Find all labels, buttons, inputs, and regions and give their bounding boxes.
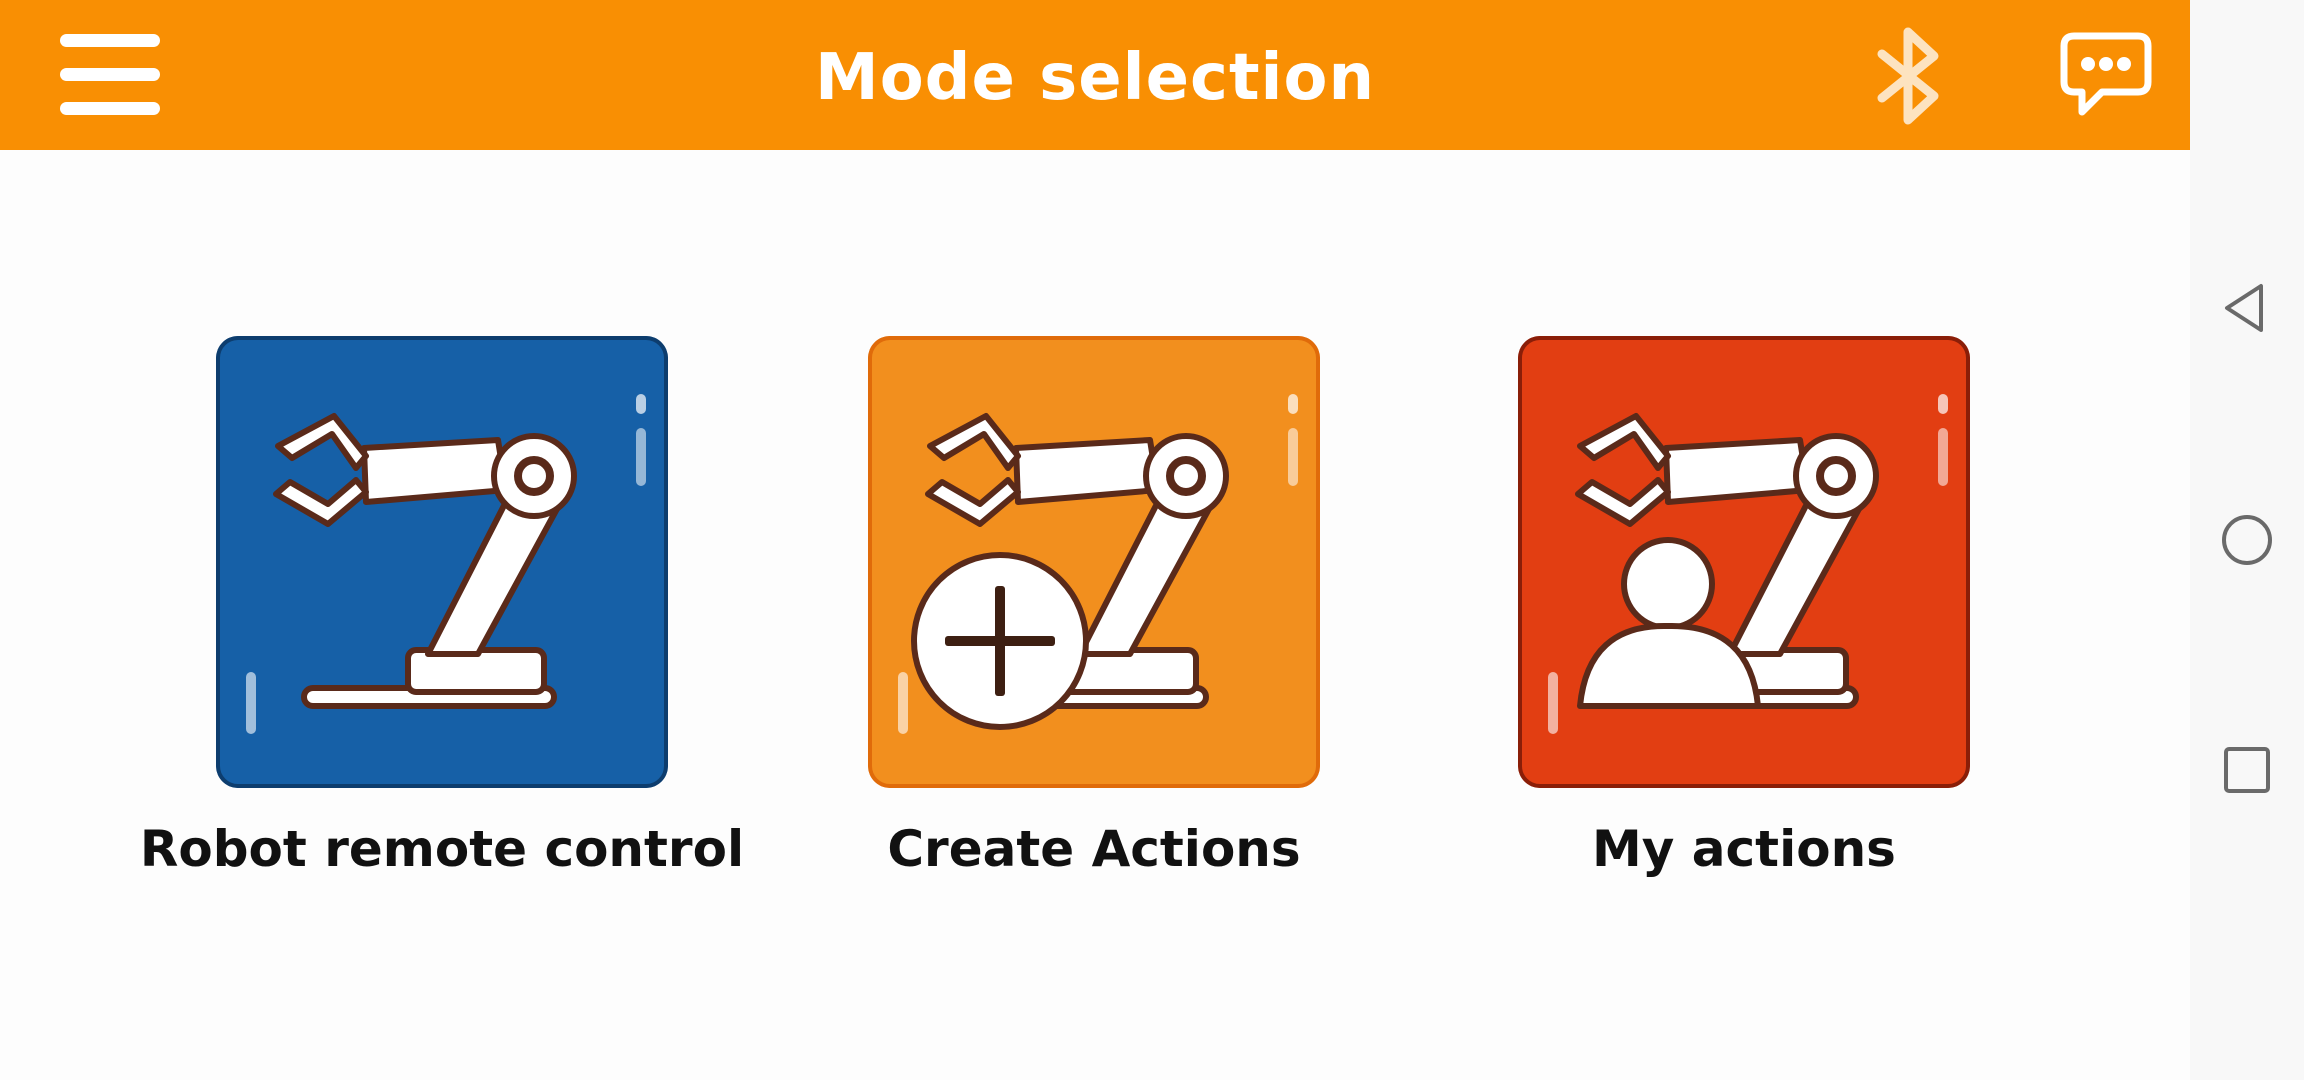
system-navigation-bar [2190,0,2304,1080]
app-header: Mode selection [0,0,2190,150]
page-title: Mode selection [815,41,1375,115]
robot-arm-icon [216,336,668,788]
mode-label: Create Actions [887,820,1301,878]
bluetooth-button[interactable] [1868,22,1956,130]
chat-button[interactable] [2058,28,2154,120]
tile-background [868,336,1320,788]
bluetooth-icon [1877,27,1939,125]
mode-card-create-actions[interactable]: Create Actions [774,336,1414,896]
app-screen: Mode selection Robot remote control Crea… [0,0,2190,1080]
tile-background [216,336,668,788]
robot-arm-user-icon [1518,336,1970,788]
robot-arm-add-icon [868,336,1320,788]
tile-background [1518,336,1970,788]
home-button[interactable] [2217,510,2277,570]
back-button[interactable] [2217,278,2277,338]
mode-label: Robot remote control [139,820,745,878]
home-circle-icon [2222,515,2272,565]
mode-tile[interactable] [216,336,668,788]
mode-tile[interactable] [868,336,1320,788]
recents-square-icon [2224,747,2270,793]
mode-label: My actions [1592,820,1896,878]
mode-card-robot-remote-control[interactable]: Robot remote control [122,336,762,896]
mode-card-my-actions[interactable]: My actions [1424,336,2064,896]
back-triangle-icon [2225,284,2263,332]
mode-tile[interactable] [1518,336,1970,788]
chat-bubble-icon [2060,32,2152,116]
recents-button[interactable] [2217,740,2277,800]
